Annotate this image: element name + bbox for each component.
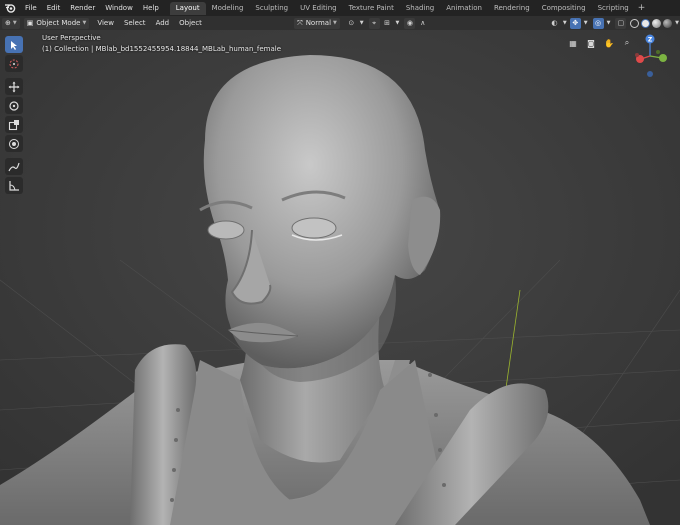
- grid-view-icon[interactable]: ▦: [566, 36, 580, 50]
- workspace-tabs: Layout Modeling Sculpting UV Editing Tex…: [169, 0, 649, 16]
- chevron-down-icon[interactable]: ▼: [562, 18, 568, 29]
- collection-label: (1) Collection | MBlab_bd1552455954.1884…: [42, 45, 282, 53]
- select-box-tool[interactable]: [5, 36, 23, 53]
- chevron-down-icon: ▼: [82, 20, 87, 26]
- editor-type-icon: ⊕: [5, 19, 11, 27]
- tab-uv-editing[interactable]: UV Editing: [294, 2, 343, 15]
- chevron-down-icon[interactable]: ▼: [359, 18, 365, 29]
- solid-shading-icon[interactable]: [641, 18, 651, 28]
- rotate-icon: [9, 100, 19, 111]
- transform-orientation-select[interactable]: ⤧ Normal ▼: [294, 17, 340, 29]
- proportional-edit-icon[interactable]: ◉: [404, 17, 416, 29]
- tab-modeling[interactable]: Modeling: [206, 2, 250, 15]
- viewport-header: ⊕ ▼ ▣ Object Mode ▼ View Select Add Objec…: [0, 16, 680, 30]
- mode-select[interactable]: ▣ Object Mode ▼: [23, 17, 90, 29]
- move-icon: [8, 81, 20, 92]
- cursor-icon: [9, 59, 19, 68]
- proportional-falloff-icon[interactable]: ∧: [417, 18, 428, 29]
- menu-render[interactable]: Render: [65, 0, 100, 16]
- visibility-icon[interactable]: ◐: [549, 18, 560, 29]
- camera-view-icon[interactable]: ◙: [584, 36, 598, 50]
- tab-texture-paint[interactable]: Texture Paint: [343, 2, 400, 15]
- right-eye: [291, 217, 337, 239]
- snap-settings-icon[interactable]: ⊞: [382, 18, 393, 29]
- orientation-gizmo[interactable]: Z: [628, 30, 676, 80]
- menu-view[interactable]: View: [92, 16, 119, 30]
- 3d-scene[interactable]: [0, 30, 680, 525]
- z-axis-label: Z: [648, 37, 653, 44]
- pan-hand-icon[interactable]: ✋: [602, 36, 616, 50]
- add-workspace-button[interactable]: +: [635, 0, 649, 16]
- viewport-navigation: ▦ ◙ ✋ ⌕: [562, 36, 634, 50]
- tab-layout[interactable]: Layout: [169, 1, 206, 15]
- xray-toggle-icon[interactable]: ▢: [615, 17, 627, 29]
- menu-add[interactable]: Add: [151, 16, 175, 30]
- transform-tool[interactable]: [5, 135, 23, 152]
- menu-file[interactable]: File: [20, 0, 42, 16]
- gizmo-toggle-icon[interactable]: ✥: [569, 17, 581, 29]
- snap-icon[interactable]: ⌖: [368, 17, 380, 29]
- annotate-tool[interactable]: [5, 158, 23, 175]
- mode-label: Object Mode: [36, 19, 81, 27]
- measure-tool[interactable]: [5, 177, 23, 194]
- pivot-point-icon[interactable]: ⊙: [346, 18, 357, 29]
- neg-z-axis-handle[interactable]: [647, 71, 653, 77]
- tab-rendering[interactable]: Rendering: [488, 2, 536, 15]
- measure-icon: [9, 180, 19, 191]
- menu-edit[interactable]: Edit: [42, 0, 66, 16]
- perspective-label: User Perspective: [42, 34, 101, 42]
- tab-shading[interactable]: Shading: [400, 2, 440, 15]
- editor-type-button[interactable]: ⊕ ▼: [2, 17, 20, 29]
- transform-icon: [9, 138, 19, 149]
- left-eye: [207, 220, 245, 240]
- scale-icon: [8, 119, 19, 130]
- menu-help[interactable]: Help: [138, 0, 164, 16]
- menu-window[interactable]: Window: [100, 0, 138, 16]
- menu-select[interactable]: Select: [119, 16, 151, 30]
- overlays-toggle-icon[interactable]: ◎: [592, 17, 604, 29]
- scale-tool[interactable]: [5, 116, 23, 133]
- chevron-down-icon: ▼: [333, 20, 337, 26]
- tab-scripting[interactable]: Scripting: [592, 2, 635, 15]
- tab-animation[interactable]: Animation: [440, 2, 488, 15]
- object-mode-icon: ▣: [26, 19, 34, 27]
- material-shading-icon[interactable]: [652, 18, 662, 28]
- neg-y-axis-handle[interactable]: [656, 50, 660, 54]
- neg-x-axis-handle[interactable]: [635, 53, 639, 57]
- chevron-down-icon[interactable]: ▼: [674, 18, 680, 29]
- menu-object[interactable]: Object: [174, 16, 207, 30]
- move-tool[interactable]: [5, 78, 23, 95]
- rotate-tool[interactable]: [5, 97, 23, 114]
- chevron-down-icon[interactable]: ▼: [606, 18, 612, 29]
- orientation-icon: ⤧: [297, 18, 303, 27]
- wireframe-shading-icon[interactable]: [630, 18, 640, 28]
- chevron-down-icon: ▼: [12, 20, 17, 26]
- select-box-icon: [11, 40, 17, 50]
- 3d-viewport[interactable]: User Perspective (1) Collection | MBlab_…: [0, 30, 680, 525]
- orientation-label: Normal: [305, 19, 332, 27]
- rendered-shading-icon[interactable]: [663, 18, 673, 28]
- blender-logo-icon[interactable]: [4, 2, 16, 14]
- chevron-down-icon[interactable]: ▼: [583, 18, 589, 29]
- top-menu-bar: File Edit Render Window Help Layout Mode…: [0, 0, 680, 16]
- tab-sculpting[interactable]: Sculpting: [249, 2, 294, 15]
- tab-compositing[interactable]: Compositing: [536, 2, 592, 15]
- tool-shelf: [5, 36, 25, 196]
- annotate-icon: [8, 162, 20, 171]
- cursor-tool[interactable]: [5, 55, 23, 72]
- chevron-down-icon[interactable]: ▼: [394, 18, 400, 29]
- y-axis-handle[interactable]: [659, 54, 667, 62]
